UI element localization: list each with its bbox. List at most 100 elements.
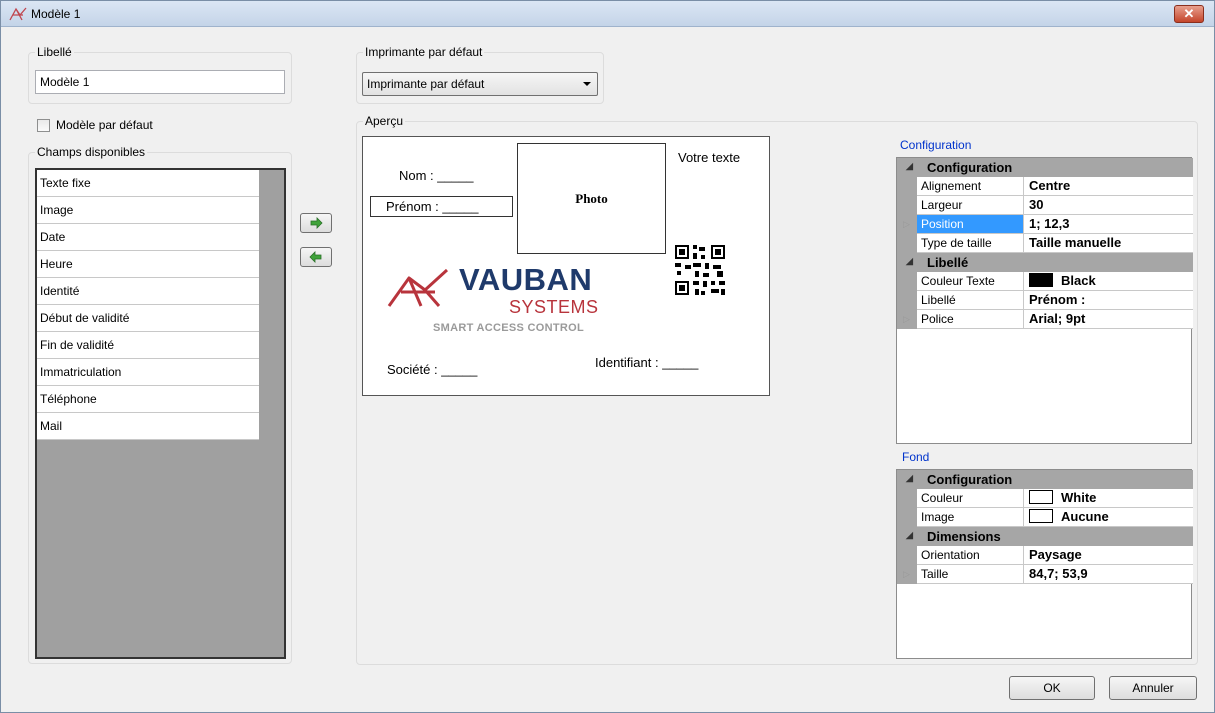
list-item[interactable]: Téléphone <box>37 386 259 413</box>
badge-preview[interactable]: Nom : _____ Prénom : _____ Photo Votre t… <box>362 136 770 396</box>
property-value[interactable]: 30 <box>1024 196 1193 215</box>
identifiant-field[interactable]: Identifiant : _____ <box>595 355 698 370</box>
row-gutter <box>897 177 917 196</box>
default-model-checkbox[interactable] <box>37 119 50 132</box>
libelle-group-title: Libellé <box>35 45 74 59</box>
property-value[interactable]: Centre <box>1024 177 1193 196</box>
add-field-button[interactable] <box>300 213 332 233</box>
property-row-type-de-taille[interactable]: Type de taille Taille manuelle <box>897 234 1193 253</box>
printer-group: Imprimante par défaut Imprimante par déf… <box>356 45 604 104</box>
category-label: Configuration <box>927 472 1013 487</box>
dialog-window: Modèle 1 ✕ Libellé Modèle 1 Imprimante p… <box>0 0 1215 713</box>
configuration-property-grid[interactable]: ◢ Configuration Alignement Centre Largeu… <box>896 157 1193 444</box>
row-gutter <box>897 508 917 527</box>
list-item[interactable]: Mail <box>37 413 259 440</box>
property-value[interactable]: 1; 12,3 <box>1024 215 1193 234</box>
collapse-icon[interactable]: ◢ <box>906 530 913 541</box>
votre-texte-field[interactable]: Votre texte <box>678 150 740 165</box>
collapse-icon[interactable]: ◢ <box>906 256 913 267</box>
qr-code-icon[interactable] <box>673 243 727 297</box>
list-item[interactable]: Heure <box>37 251 259 278</box>
property-value[interactable]: Arial; 9pt <box>1024 310 1193 329</box>
row-gutter <box>897 196 917 215</box>
nom-field[interactable]: Nom : _____ <box>399 168 473 183</box>
property-name: Orientation <box>917 546 1024 565</box>
property-value-color[interactable]: Black <box>1024 272 1193 291</box>
row-gutter: ▷ <box>897 310 917 329</box>
property-name: Libellé <box>917 291 1024 310</box>
property-value[interactable]: Paysage <box>1024 546 1193 565</box>
cancel-button[interactable]: Annuler <box>1109 676 1197 700</box>
color-swatch <box>1029 490 1053 504</box>
category-label: Libellé <box>927 255 969 270</box>
list-item[interactable]: Date <box>37 224 259 251</box>
default-model-row[interactable]: Modèle par défaut <box>37 118 217 134</box>
expand-icon[interactable]: ▷ <box>903 219 910 230</box>
printer-select[interactable]: Imprimante par défaut <box>362 72 598 96</box>
close-button[interactable]: ✕ <box>1174 5 1204 23</box>
list-item[interactable]: Texte fixe <box>37 170 259 197</box>
property-row-couleur-texte[interactable]: Couleur Texte Black <box>897 272 1193 291</box>
configuration-label: Configuration <box>900 138 972 152</box>
property-name: Image <box>917 508 1024 527</box>
printer-selected-value: Imprimante par défaut <box>367 77 485 91</box>
fields-group: Champs disponibles Texte fixe Image Date… <box>28 145 292 664</box>
property-row-libelle[interactable]: Libellé Prénom : <box>897 291 1193 310</box>
property-row-orientation[interactable]: Orientation Paysage <box>897 546 1193 565</box>
row-gutter: ▷ <box>897 215 917 234</box>
collapse-icon[interactable]: ◢ <box>906 161 913 172</box>
fond-property-grid[interactable]: ◢ Configuration Couleur White Image Aucu… <box>896 469 1193 659</box>
list-item[interactable]: Identité <box>37 278 259 305</box>
property-row-taille[interactable]: ▷ Taille 84,7; 53,9 <box>897 565 1193 584</box>
societe-field[interactable]: Société : _____ <box>387 362 477 377</box>
category-configuration[interactable]: ◢ Configuration <box>897 158 1193 177</box>
property-row-position[interactable]: ▷ Position 1; 12,3 <box>897 215 1193 234</box>
row-gutter <box>897 546 917 565</box>
remove-field-button[interactable] <box>300 247 332 267</box>
row-gutter <box>897 291 917 310</box>
property-value-color[interactable]: White <box>1024 489 1193 508</box>
color-swatch <box>1029 273 1053 287</box>
color-name: Black <box>1061 273 1096 288</box>
list-item[interactable]: Image <box>37 197 259 224</box>
ok-button[interactable]: OK <box>1009 676 1095 700</box>
preview-group-title: Aperçu <box>363 114 406 128</box>
category-label: Dimensions <box>927 529 1001 544</box>
category-configuration[interactable]: ◢ Configuration <box>897 470 1193 489</box>
list-item[interactable]: Début de validité <box>37 305 259 332</box>
property-name: Position <box>917 215 1024 234</box>
logo-vauban: VAUBAN <box>459 262 593 297</box>
property-value[interactable]: 84,7; 53,9 <box>1024 565 1193 584</box>
list-item[interactable]: Immatriculation <box>37 359 259 386</box>
property-row-couleur[interactable]: Couleur White <box>897 489 1193 508</box>
libelle-input[interactable]: Modèle 1 <box>35 70 285 94</box>
chevron-down-icon <box>583 82 591 86</box>
libelle-group: Libellé Modèle 1 <box>28 45 292 104</box>
printer-group-title: Imprimante par défaut <box>363 45 485 59</box>
color-name: White <box>1061 490 1097 505</box>
property-value[interactable]: Taille manuelle <box>1024 234 1193 253</box>
title-bar: Modèle 1 ✕ <box>1 1 1214 27</box>
property-value[interactable]: Prénom : <box>1024 291 1193 310</box>
logo-tagline: SMART ACCESS CONTROL <box>433 322 585 334</box>
property-row-largeur[interactable]: Largeur 30 <box>897 196 1193 215</box>
property-row-image[interactable]: Image Aucune <box>897 508 1193 527</box>
category-dimensions[interactable]: ◢ Dimensions <box>897 527 1193 546</box>
window-title: Modèle 1 <box>31 7 81 21</box>
property-name: Police <box>917 310 1024 329</box>
collapse-icon[interactable]: ◢ <box>906 473 913 484</box>
photo-label: Photo <box>575 191 608 206</box>
row-gutter <box>897 272 917 291</box>
property-row-alignement[interactable]: Alignement Centre <box>897 177 1193 196</box>
prenom-field-box[interactable]: Prénom : _____ <box>370 196 513 217</box>
list-item[interactable]: Fin de validité <box>37 332 259 359</box>
fields-listbox[interactable]: Texte fixe Image Date Heure Identité Déb… <box>35 168 286 659</box>
photo-placeholder[interactable]: Photo <box>517 143 666 254</box>
property-row-police[interactable]: ▷ Police Arial; 9pt <box>897 310 1193 329</box>
expand-icon[interactable]: ▷ <box>903 569 910 580</box>
category-libelle[interactable]: ◢ Libellé <box>897 253 1193 272</box>
property-value-image[interactable]: Aucune <box>1024 508 1193 527</box>
property-name: Couleur Texte <box>917 272 1024 291</box>
expand-icon[interactable]: ▷ <box>903 314 910 325</box>
property-name: Alignement <box>917 177 1024 196</box>
